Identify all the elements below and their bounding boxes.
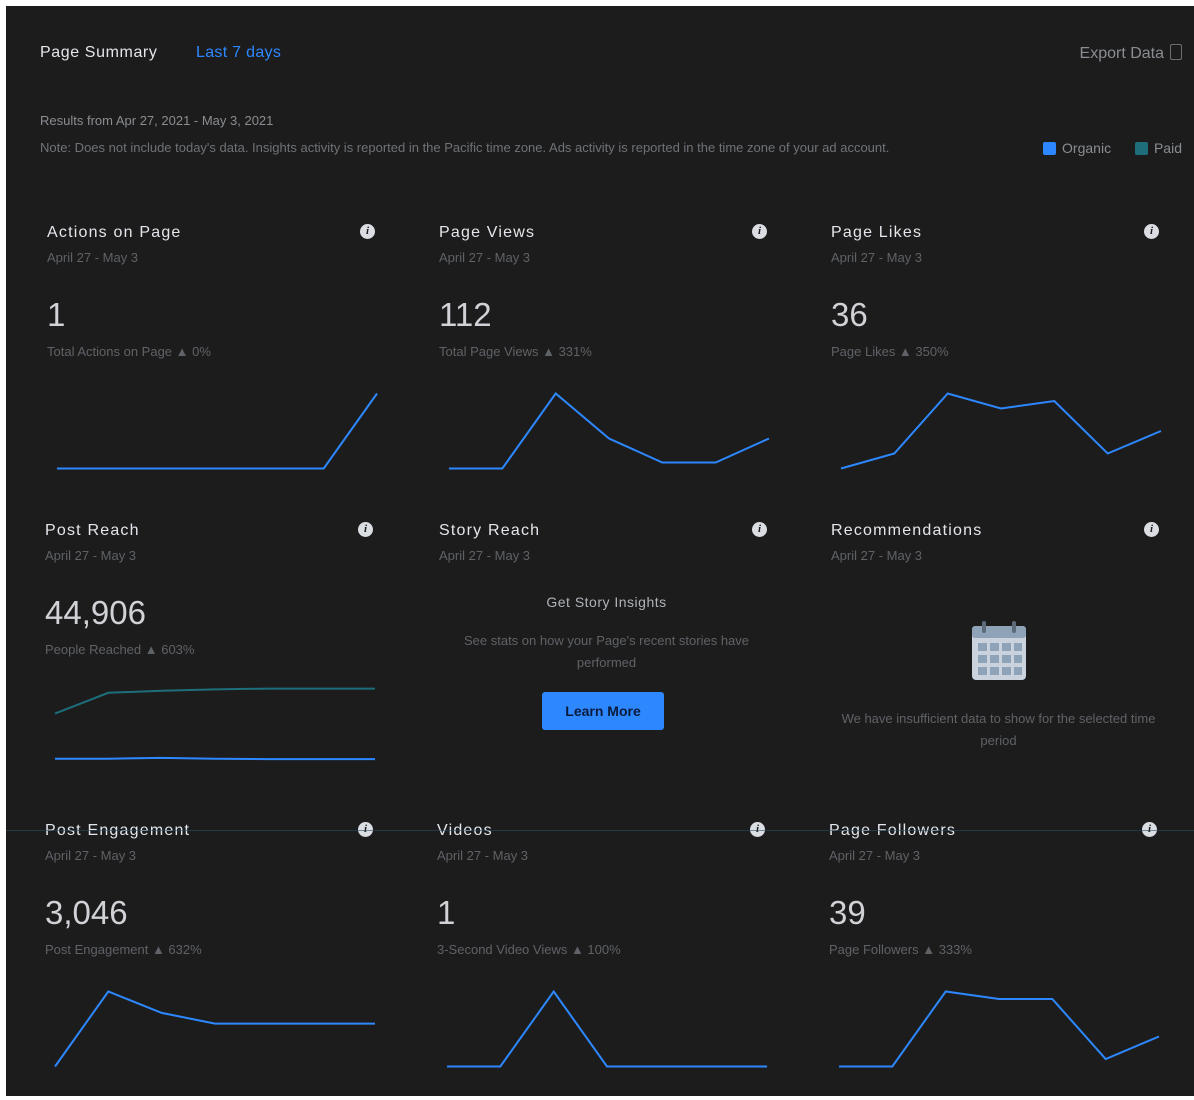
card-title: Story Reach [439,522,541,539]
info-icon[interactable]: i [358,522,373,537]
card-value: 3,046 [45,894,128,931]
divider-line [6,830,1194,831]
card-dates: April 27 - May 3 [45,548,137,563]
reach-sparkline [54,687,375,761]
export-icon [1170,44,1182,60]
card-title: Recommendations [831,522,983,539]
card-subtitle: Post Engagement ▲ 632% [45,942,202,957]
views-line [449,392,770,470]
card-recommendations[interactable]: Recommendations i April 27 - May 3 We ha… [826,514,1171,794]
organic-swatch [1043,142,1057,155]
card-subtitle: Total Page Views ▲ 331% [439,344,592,359]
card-page-views[interactable]: Page Views i April 27 - May 3 112 Total … [434,216,779,496]
page-title: Page Summary [40,44,158,61]
info-icon[interactable]: i [752,522,767,537]
card-subtitle: 3-Second Video Views ▲ 100% [437,942,621,957]
card-value: 1 [47,296,66,333]
card-post-reach[interactable]: Post Reach i April 27 - May 3 44,906 Peo… [40,514,385,794]
actions-sparkline [57,392,378,470]
info-icon[interactable]: i [1144,224,1159,239]
legend: Organic Paid [1023,140,1182,156]
engagement-line [54,990,375,1068]
card-title: Actions on Page [47,224,182,241]
card-page-likes[interactable]: Page Likes i April 27 - May 3 36 Page Li… [826,216,1171,496]
paid-swatch [1134,142,1148,155]
actions-line [57,392,378,470]
likes-sparkline [840,392,1162,470]
card-title: Post Engagement [45,822,191,839]
card-subtitle: Page Followers ▲ 333% [829,942,972,957]
card-dates: April 27 - May 3 [45,848,137,863]
info-icon[interactable]: i [360,224,375,239]
card-post-engagement[interactable]: Post Engagement i April 27 - May 3 3,046… [40,814,385,1094]
card-dates: April 27 - May 3 [439,250,531,265]
export-label: Export Data [1079,45,1164,62]
card-value: 112 [439,296,492,333]
story-insights-heading: Get Story Insights [546,594,667,610]
card-dates: April 27 - May 3 [47,250,139,265]
card-page-followers[interactable]: Page Followers i April 27 - May 3 39 Pag… [824,814,1169,1094]
learn-more-button[interactable]: Learn More [542,692,664,730]
card-value: 39 [829,894,866,931]
card-subtitle: Page Likes ▲ 350% [831,344,949,359]
legend-organic: Organic [1043,140,1111,156]
reach-organic-line [55,756,375,761]
card-title: Videos [437,822,493,839]
followers-line [839,990,1160,1068]
card-subtitle: People Reached ▲ 603% [45,642,195,657]
info-icon[interactable]: i [752,224,767,239]
export-data-button[interactable]: Export Data [1080,44,1182,63]
page-summary-panel: Page Summary Last 7 days Export Data Res… [6,6,1194,1096]
card-dates: April 27 - May 3 [437,848,529,863]
reach-paid-line [54,687,375,715]
results-range: Results from Apr 27, 2021 - May 3, 2021 [40,113,274,128]
likes-line [840,392,1162,470]
card-videos[interactable]: Videos i April 27 - May 3 1 3-Second Vid… [432,814,777,1094]
card-actions-on-page[interactable]: Actions on Page i April 27 - May 3 1 Tot… [42,216,387,496]
views-sparkline [449,392,770,470]
card-dates: April 27 - May 3 [439,548,531,563]
card-title: Page Views [439,224,536,241]
card-dates: April 27 - May 3 [831,548,923,563]
videos-line [447,989,767,1068]
followers-sparkline [839,990,1160,1068]
data-note: Note: Does not include today's data. Ins… [40,140,890,155]
calendar-icon [972,621,1026,680]
videos-sparkline [447,989,767,1068]
info-icon[interactable]: i [1144,522,1159,537]
card-story-reach[interactable]: Story Reach i April 27 - May 3 Get Story… [434,514,779,794]
card-title: Page Likes [831,224,923,241]
card-value: 36 [831,296,868,333]
legend-paid: Paid [1134,140,1182,156]
card-value: 1 [437,894,456,931]
engagement-sparkline [54,990,375,1068]
card-title: Post Reach [45,522,140,539]
story-insights-description: See stats on how your Page's recent stor… [463,633,750,670]
insufficient-data-message: We have insufficient data to show for th… [841,711,1156,748]
card-dates: April 27 - May 3 [831,250,923,265]
card-value: 44,906 [45,594,146,631]
card-subtitle: Total Actions on Page ▲ 0% [47,344,211,359]
card-dates: April 27 - May 3 [829,848,921,863]
card-title: Page Followers [829,822,957,839]
date-range-selector[interactable]: Last 7 days [196,44,281,62]
